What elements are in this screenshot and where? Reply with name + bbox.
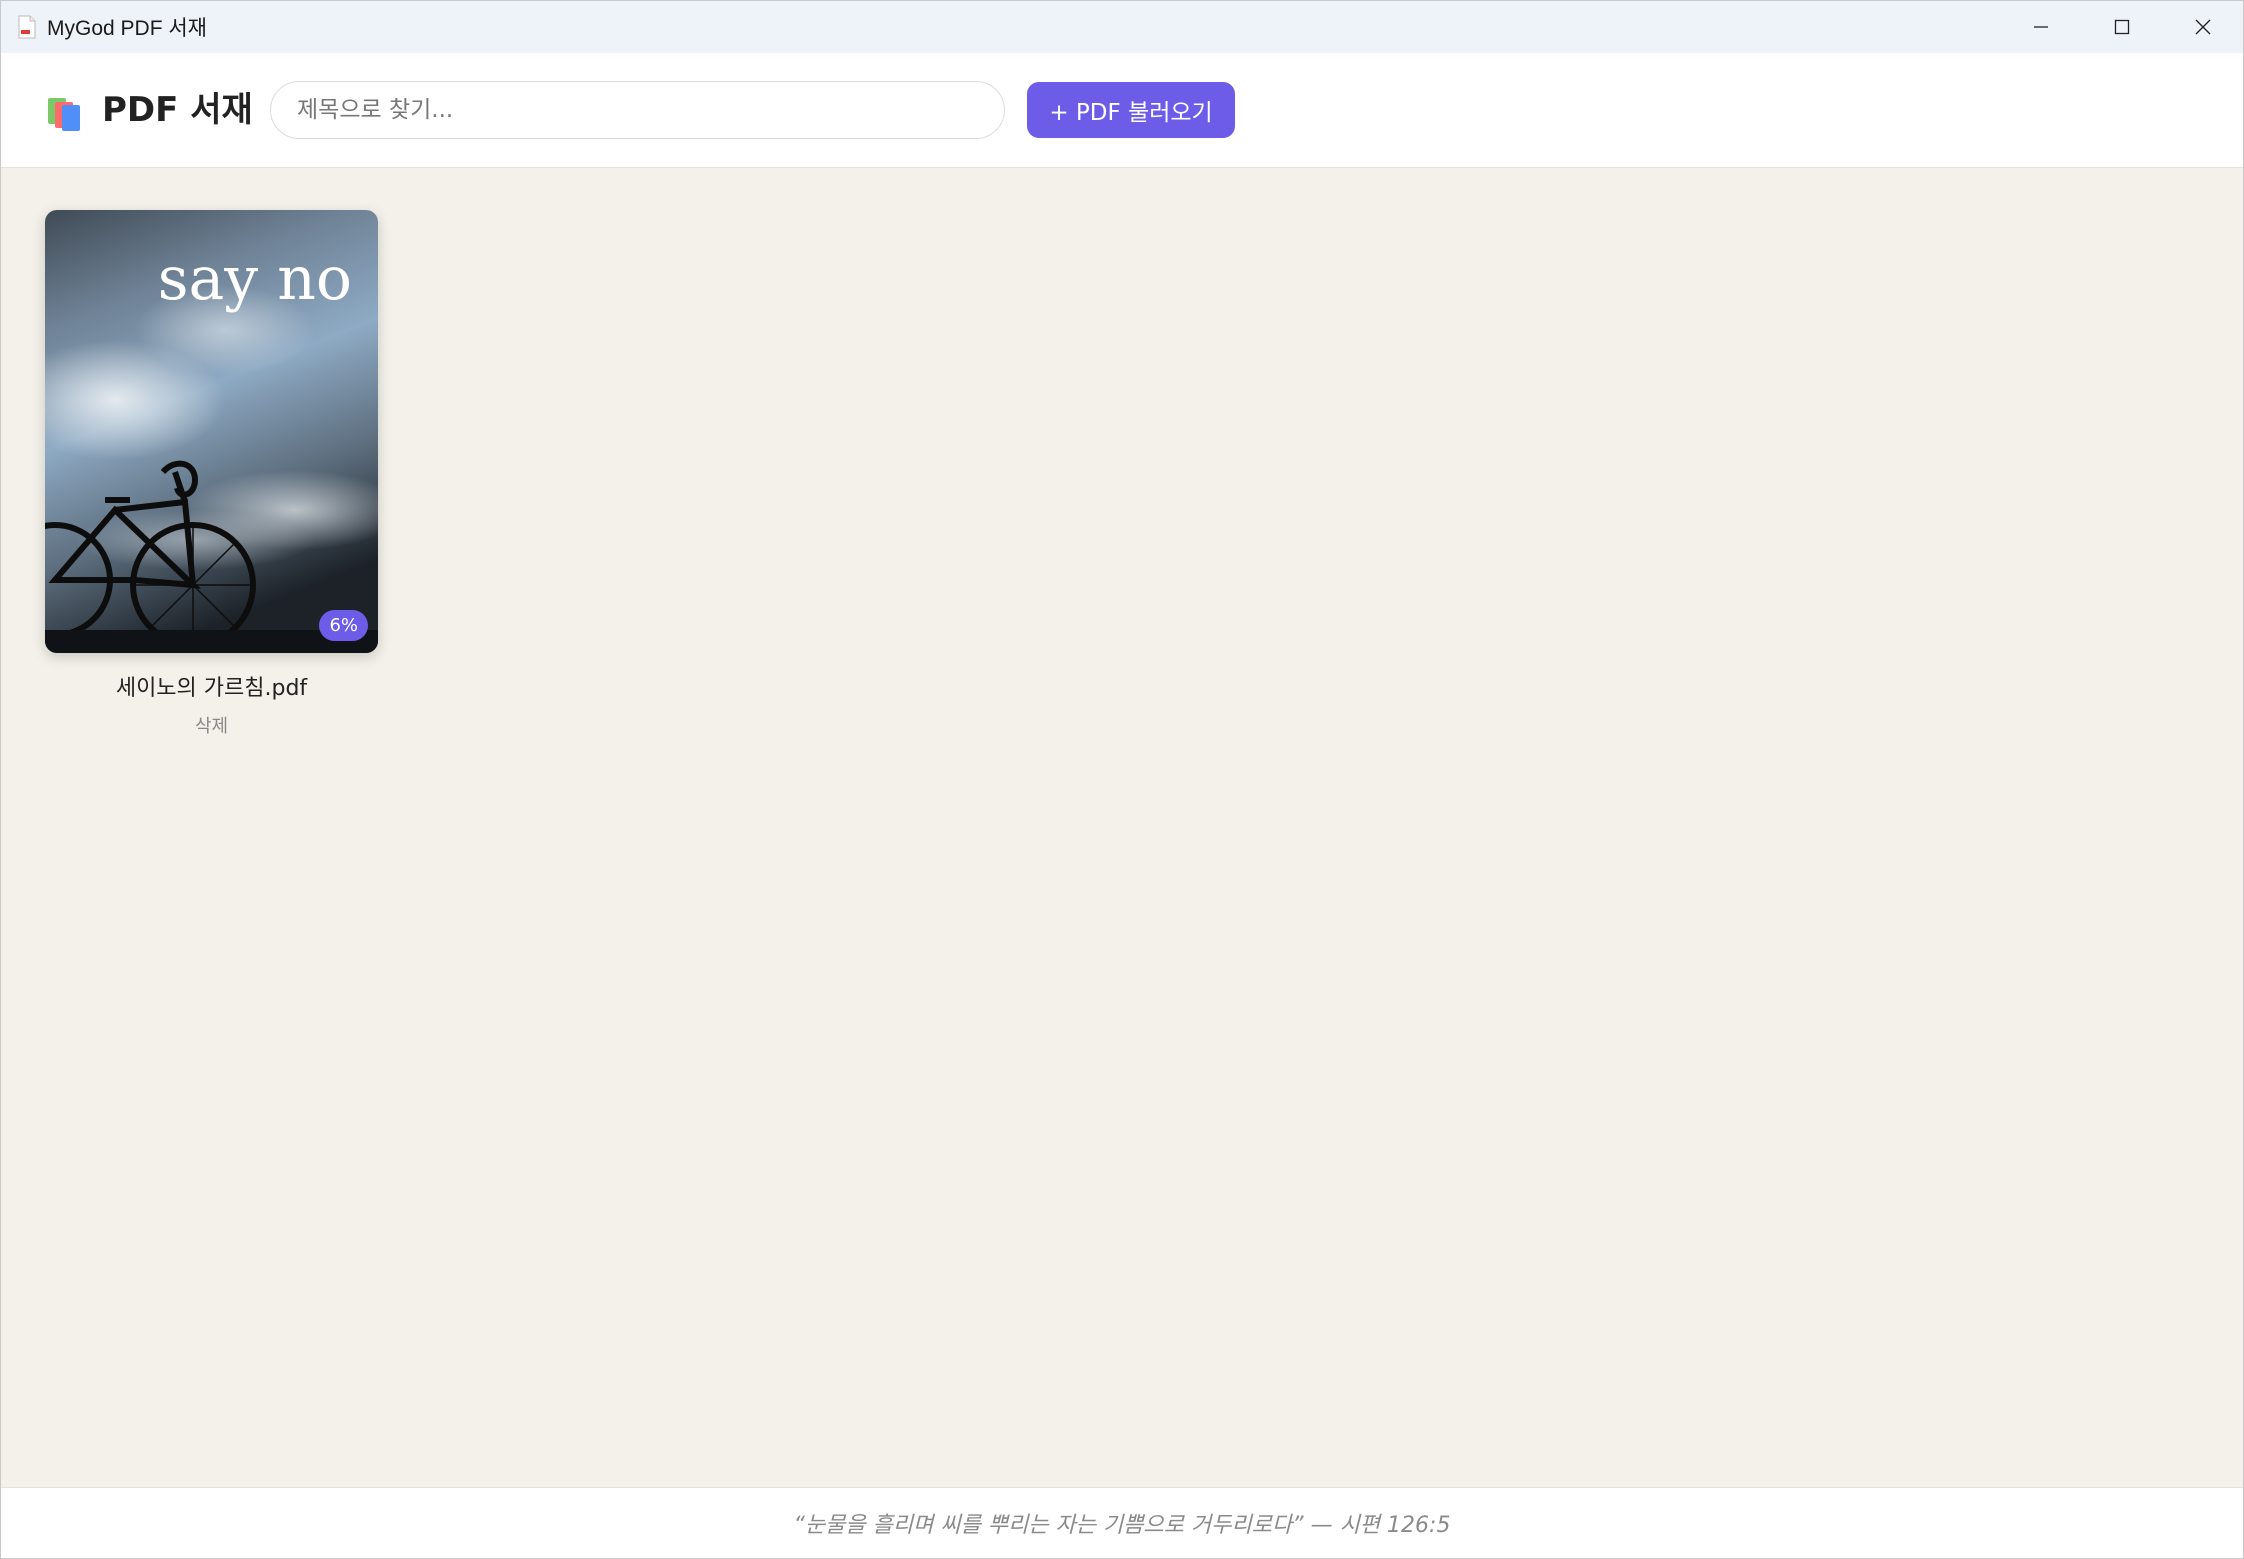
search-input[interactable] <box>270 81 1005 139</box>
book-card[interactable]: say no 6% 세이노의 가르침.pdf 삭제 <box>45 210 378 738</box>
minimize-button[interactable] <box>2000 1 2081 53</box>
progress-badge: 6% <box>319 610 368 641</box>
footer: “눈물을 흘리며 씨를 뿌리는 자는 기쁨으로 거두리로다” — 시편 126:… <box>1 1487 2243 1558</box>
maximize-button[interactable] <box>2081 1 2162 53</box>
footer-quote: “눈물을 흘리며 씨를 뿌리는 자는 기쁨으로 거두리로다” — 시편 126:… <box>793 1513 1451 1538</box>
app-header: PDF 서재 + PDF 불러오기 <box>1 53 2243 168</box>
close-button[interactable] <box>2162 1 2243 53</box>
import-pdf-button[interactable]: + PDF 불러오기 <box>1027 82 1235 138</box>
window-controls <box>2000 1 2243 53</box>
delete-button[interactable]: 삭제 <box>45 712 378 738</box>
close-icon <box>2195 19 2210 35</box>
minimize-icon <box>2033 26 2048 28</box>
window-title: MyGod PDF 서재 <box>47 17 207 40</box>
title-bar: MyGod PDF 서재 <box>1 1 2243 53</box>
page-title: PDF 서재 <box>102 90 253 130</box>
cover-title: say no <box>157 244 352 314</box>
maximize-icon <box>2114 19 2129 35</box>
import-pdf-label: + PDF 불러오기 <box>1049 100 1213 126</box>
pdf-file-icon <box>17 15 37 39</box>
book-title[interactable]: 세이노의 가르침.pdf <box>45 670 378 702</box>
book-cover[interactable]: say no 6% <box>45 210 378 653</box>
books-icon <box>48 98 80 131</box>
